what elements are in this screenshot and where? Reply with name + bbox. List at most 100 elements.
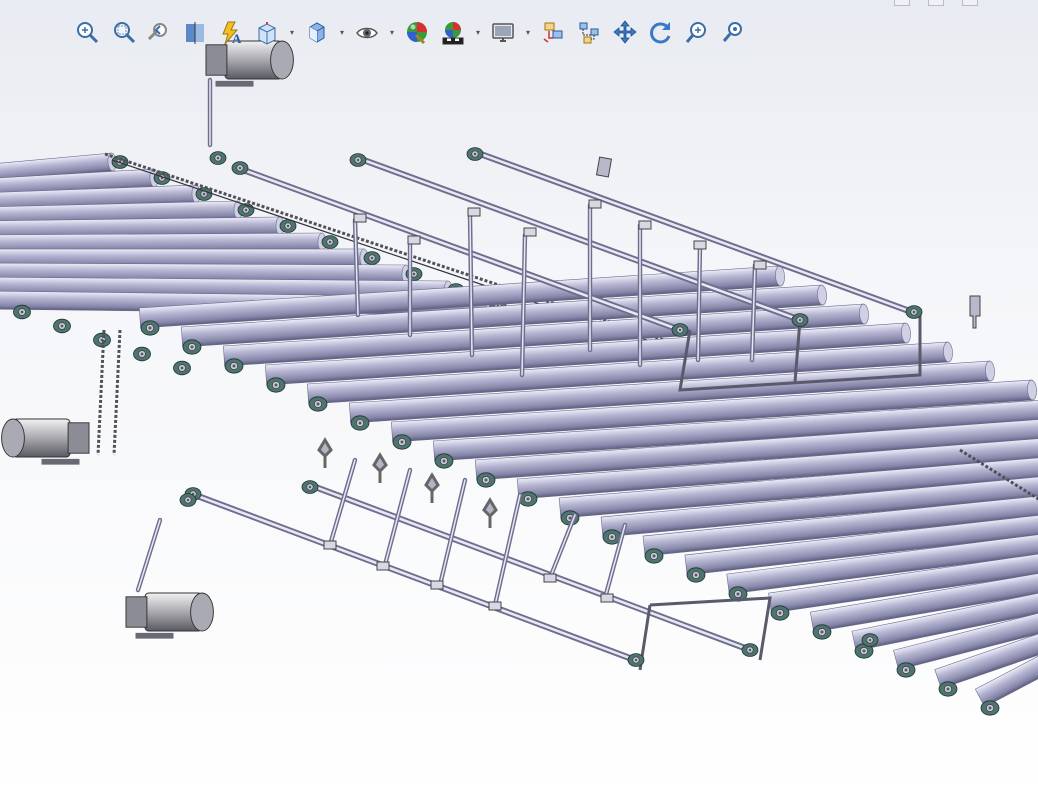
view-orientation-icon [258, 22, 276, 45]
exploded-view-button[interactable] [538, 16, 568, 48]
rotate-button[interactable] [646, 16, 676, 48]
bearing-block [182, 339, 202, 355]
loose-fastener [595, 156, 613, 178]
shaft-flange-bearing [905, 305, 923, 319]
zoom-in-out-button[interactable] [682, 16, 712, 48]
y-nozzle [482, 497, 498, 528]
clamp-bracket [467, 207, 481, 217]
bearing-block [686, 567, 706, 583]
clamp-bracket [523, 227, 537, 237]
bearing-block [140, 320, 160, 336]
view-settings-button[interactable] [488, 16, 518, 48]
bearing-block [13, 304, 31, 320]
close-button[interactable] [962, 0, 978, 6]
shaft-flange-bearing [301, 480, 319, 494]
hide-show-items-dropdown-arrow[interactable]: ▾ [388, 16, 396, 48]
bearing-block [476, 472, 496, 488]
clamp-bracket [323, 540, 337, 550]
previous-view-icon [147, 23, 167, 41]
bottom-drive-motor [125, 592, 214, 639]
apply-scene-dropdown-arrow[interactable]: ▾ [474, 16, 482, 48]
shaft-flange-bearing [209, 151, 227, 165]
assembly-model-canvas[interactable] [0, 0, 1038, 804]
scene-icon [442, 22, 464, 45]
clamp-bracket [430, 580, 444, 590]
shaft-flange-bearing [179, 493, 197, 507]
hide-show-eye-icon [356, 27, 378, 39]
previous-view-button[interactable] [144, 16, 174, 48]
svg-text:A: A [232, 31, 242, 45]
y-nozzle [424, 472, 440, 503]
rotate-icon [650, 22, 671, 44]
explode-line-icon [579, 22, 599, 44]
drive-chain-loop [96, 329, 122, 456]
bearing-block [980, 700, 1000, 716]
bearing-block [350, 415, 370, 431]
display-style-icon [309, 22, 325, 43]
appearance-sphere-icon [407, 22, 427, 45]
clamp-bracket [543, 573, 557, 583]
bearing-block [53, 318, 71, 334]
display-style-button[interactable] [302, 16, 332, 48]
bearing-block [392, 434, 412, 450]
bearing-block [321, 235, 339, 249]
hide-show-items-button[interactable] [352, 16, 382, 48]
display-style-dropdown-arrow[interactable]: ▾ [338, 16, 346, 48]
bearing-block [133, 346, 151, 362]
zoom-selection-icon [722, 22, 742, 42]
bearing-block [644, 548, 664, 564]
view-orientation-dropdown-arrow[interactable]: ▾ [288, 16, 296, 48]
zoom-to-area-button[interactable] [108, 16, 138, 48]
graphics-viewport[interactable] [0, 0, 1038, 804]
lower-roller-bed [13, 265, 1038, 716]
pan-arrows-icon [613, 20, 637, 44]
y-nozzle [317, 437, 333, 468]
bearing-block [938, 681, 958, 697]
zoom-to-fit-button[interactable] [72, 16, 102, 48]
restore-button[interactable] [894, 0, 910, 6]
loose-bracket [969, 295, 981, 329]
edit-appearance-button[interactable] [402, 16, 432, 48]
clamp-bracket [376, 561, 390, 571]
shaft-flange-bearing [671, 323, 689, 337]
explode-line-sketch-button[interactable] [574, 16, 604, 48]
zoom-in-out-icon [685, 22, 706, 43]
shaft-flange-bearing [466, 147, 484, 161]
bearing-block [266, 377, 286, 393]
bearing-block [434, 453, 454, 469]
heads-up-view-toolbar: A ▾ ▾ ▾ ▾ ▾ [72, 12, 792, 52]
view-orientation-button[interactable] [252, 16, 282, 48]
bearing-block [173, 360, 191, 376]
bearing-block [812, 624, 832, 640]
view-settings-dropdown-arrow[interactable]: ▾ [524, 16, 532, 48]
clamp-bracket [753, 260, 767, 270]
clamp-bracket [353, 213, 367, 223]
maximize-button[interactable] [928, 0, 944, 6]
section-view-icon [186, 22, 204, 44]
zoom-to-selection-button[interactable] [718, 16, 748, 48]
window-corner-controls [894, 0, 978, 6]
zoom-to-area-icon [114, 22, 136, 44]
shaft-flange-bearing [741, 643, 759, 657]
shaft-flange-bearing [861, 633, 879, 647]
shaft-flange-bearing [349, 153, 367, 167]
monitor-icon [492, 23, 514, 42]
shaft-flange-bearing [627, 653, 645, 667]
clamp-bracket [488, 601, 502, 611]
exploded-view-icon [543, 22, 563, 43]
apply-scene-button[interactable] [438, 16, 468, 48]
clamp-bracket [600, 593, 614, 603]
clamp-bracket [588, 199, 602, 209]
clamp-bracket [407, 235, 421, 245]
bearing-block [308, 396, 328, 412]
bearing-block [93, 332, 111, 348]
bearing-block [896, 662, 916, 678]
lower-drive-chain [96, 329, 122, 456]
clamp-bracket [693, 240, 707, 250]
pan-button[interactable] [610, 16, 640, 48]
dynamic-annotation-icon: A [222, 21, 242, 45]
shaft-flange-bearing [231, 161, 249, 175]
dynamic-annotation-button[interactable]: A [216, 16, 246, 48]
side-drive-motor [1, 418, 90, 465]
section-view-button[interactable] [180, 16, 210, 48]
